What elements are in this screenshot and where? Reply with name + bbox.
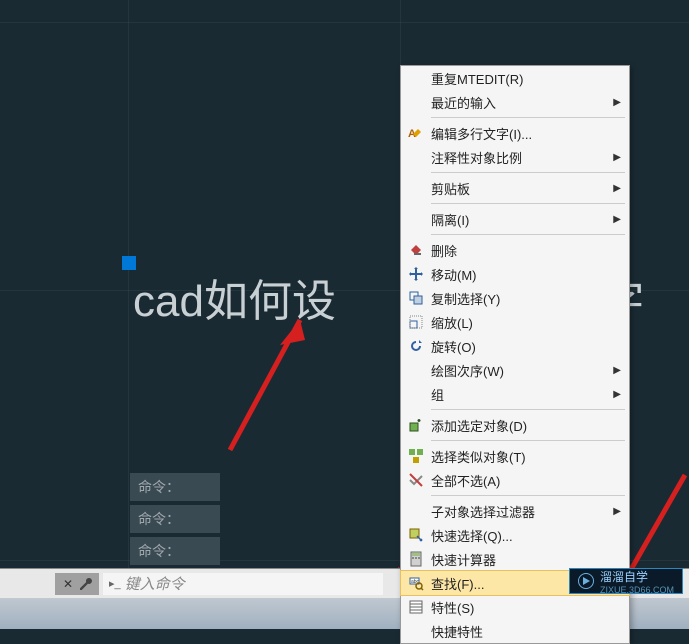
menu-item[interactable]: 旋转(O) (401, 334, 629, 358)
quick-select-icon (401, 527, 431, 543)
svg-text:abc: abc (411, 579, 420, 585)
cmd-history-line: 命令： (130, 505, 220, 533)
select-similar-icon (401, 448, 431, 464)
menu-item[interactable]: 移动(M) (401, 262, 629, 286)
menu-separator (431, 495, 625, 496)
submenu-arrow-icon: ▶ (611, 365, 621, 376)
find-icon: abc (401, 575, 431, 591)
menu-item[interactable]: 快速选择(Q)... (401, 523, 629, 547)
move-icon (401, 266, 431, 282)
submenu-arrow-icon: ▶ (611, 152, 621, 163)
menu-item[interactable]: 最近的输入▶ (401, 90, 629, 114)
menu-item-label: 剪贴板 (431, 179, 611, 198)
cmd-prompt-icon: ▸_ (109, 577, 121, 590)
menu-item[interactable]: 隔离(I)▶ (401, 207, 629, 231)
menu-item-label: 移动(M) (431, 265, 611, 284)
watermark-url: ZIXUE.3D66.COM (600, 585, 674, 595)
menu-item[interactable]: 绘图次序(W)▶ (401, 358, 629, 382)
menu-item-label: 特性(S) (431, 598, 611, 617)
rotate-icon (401, 338, 431, 354)
menu-item-label: 全部不选(A) (431, 471, 611, 490)
deselect-icon (401, 472, 431, 488)
submenu-arrow-icon: ▶ (611, 97, 621, 108)
menu-item[interactable]: 选择类似对象(T) (401, 444, 629, 468)
menu-item-label: 删除 (431, 241, 611, 260)
properties-icon (401, 599, 431, 615)
menu-item[interactable]: 注释性对象比例▶ (401, 145, 629, 169)
menu-separator (431, 409, 625, 410)
menu-item-label: 旋转(O) (431, 337, 611, 356)
menu-item-label: 快捷特性 (431, 622, 611, 641)
scale-icon (401, 314, 431, 330)
menu-item-label: 快速选择(Q)... (431, 526, 611, 545)
menu-separator (431, 234, 625, 235)
menu-separator (431, 440, 625, 441)
erase-icon (401, 242, 431, 258)
submenu-arrow-icon: ▶ (611, 389, 621, 400)
cmd-placeholder: 键入命令 (125, 573, 185, 594)
submenu-arrow-icon: ▶ (611, 183, 621, 194)
menu-item-label: 复制选择(Y) (431, 289, 611, 308)
menu-item[interactable]: 复制选择(Y) (401, 286, 629, 310)
calculator-icon (401, 551, 431, 567)
add-selected-icon (401, 417, 431, 433)
menu-separator (431, 172, 625, 173)
command-history: 命令： 命令： 命令： (130, 473, 220, 569)
play-icon (578, 573, 594, 589)
menu-item[interactable]: 添加选定对象(D) (401, 413, 629, 437)
menu-item[interactable]: 重复MTEDIT(R) (401, 66, 629, 90)
menu-item-label: 重复MTEDIT(R) (431, 69, 611, 88)
submenu-arrow-icon: ▶ (611, 506, 621, 517)
menu-item-label: 隔离(I) (431, 210, 611, 229)
mtext-edit-icon: A (401, 125, 431, 141)
menu-item-label: 绘图次序(W) (431, 361, 611, 380)
command-input[interactable]: ▸_ 键入命令 (103, 573, 383, 595)
cmd-history-line: 命令： (130, 537, 220, 565)
watermark-text: 溜溜自学 (600, 568, 674, 585)
menu-item-label: 缩放(L) (431, 313, 611, 332)
menu-item-label: 注释性对象比例 (431, 148, 611, 167)
annotation-arrow (200, 310, 320, 460)
context-menu: 重复MTEDIT(R)最近的输入▶A编辑多行文字(I)...注释性对象比例▶剪贴… (400, 65, 630, 644)
menu-item-label: 编辑多行文字(I)... (431, 124, 611, 143)
wrench-icon (78, 576, 94, 592)
cmd-close-button[interactable]: ✕ (59, 575, 77, 593)
menu-item-label: 子对象选择过滤器 (431, 502, 611, 521)
menu-item-label: 添加选定对象(D) (431, 416, 611, 435)
menu-item[interactable]: 删除 (401, 238, 629, 262)
menu-item[interactable]: 全部不选(A) (401, 468, 629, 492)
menu-separator (431, 117, 625, 118)
watermark: 溜溜自学 ZIXUE.3D66.COM (569, 568, 683, 594)
menu-item[interactable]: 快捷特性 (401, 619, 629, 643)
menu-item-label: 组 (431, 385, 611, 404)
cmd-settings-button[interactable] (77, 575, 95, 593)
menu-item[interactable]: A编辑多行文字(I)... (401, 121, 629, 145)
menu-separator (431, 203, 625, 204)
menu-item[interactable]: 特性(S) (401, 595, 629, 619)
submenu-arrow-icon: ▶ (611, 214, 621, 225)
menu-item[interactable]: 子对象选择过滤器▶ (401, 499, 629, 523)
cmd-history-line: 命令： (130, 473, 220, 501)
menu-item-label: 选择类似对象(T) (431, 447, 611, 466)
menu-item[interactable]: 剪贴板▶ (401, 176, 629, 200)
menu-item[interactable]: 组▶ (401, 382, 629, 406)
copy-icon (401, 290, 431, 306)
menu-item-label: 快速计算器 (431, 550, 611, 569)
menu-item[interactable]: 缩放(L) (401, 310, 629, 334)
menu-item-label: 最近的输入 (431, 93, 611, 112)
